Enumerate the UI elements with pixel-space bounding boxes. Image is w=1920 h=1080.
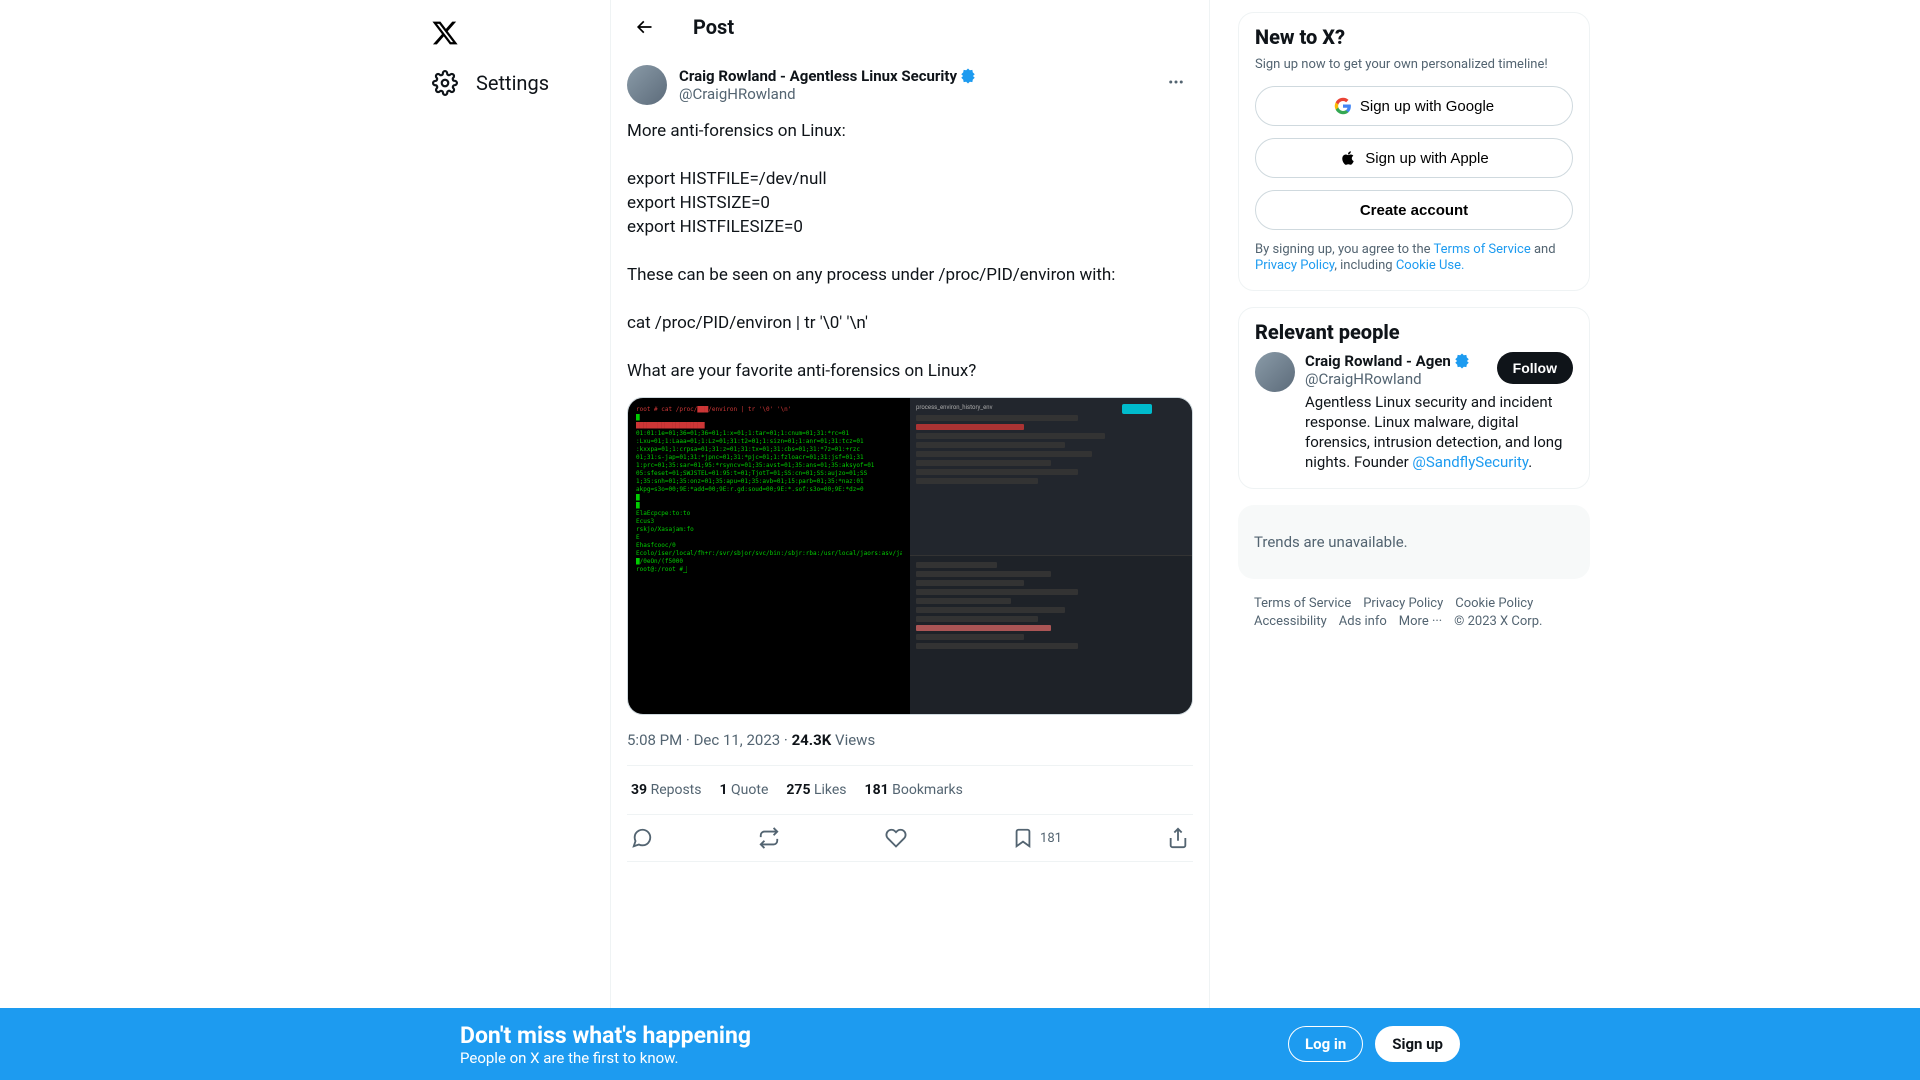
more-icon [1167, 73, 1185, 91]
reply-icon [631, 827, 653, 849]
signup-google-button[interactable]: Sign up with Google [1255, 86, 1573, 126]
footer-ads[interactable]: Ads info [1339, 613, 1387, 631]
verified-icon [959, 67, 977, 85]
nav-settings-label: Settings [476, 71, 549, 95]
banner-title: Don't miss what's happening [460, 1022, 751, 1049]
follow-button[interactable]: Follow [1497, 352, 1573, 384]
footer-links: Terms of Service Privacy Policy Cookie P… [1238, 595, 1590, 631]
likes-stat[interactable]: 275 Likes [786, 782, 846, 798]
x-logo-icon [431, 19, 459, 47]
google-icon [1334, 97, 1352, 115]
author-avatar[interactable] [627, 65, 667, 105]
banner-login-button[interactable]: Log in [1288, 1026, 1363, 1062]
privacy-link[interactable]: Privacy Policy [1255, 258, 1334, 273]
tos-link[interactable]: Terms of Service [1434, 242, 1531, 257]
footer-more[interactable]: More ··· [1399, 613, 1442, 631]
footer-accessibility[interactable]: Accessibility [1254, 613, 1327, 631]
footer-copyright: © 2023 X Corp. [1454, 613, 1542, 631]
reposts-stat[interactable]: 39 Reposts [631, 782, 702, 798]
nav-settings[interactable]: Settings [420, 58, 610, 108]
back-button[interactable] [627, 10, 661, 44]
person-name[interactable]: Craig Rowland - Agen [1305, 352, 1471, 370]
terminal-screenshot: root # cat /proc/███/environ | tr '\0' '… [628, 398, 910, 714]
banner-subtitle: People on X are the first to know. [460, 1049, 751, 1067]
verified-icon [1453, 352, 1471, 370]
repost-icon [758, 827, 780, 849]
heart-icon [885, 827, 907, 849]
page-title: Post [693, 15, 734, 39]
bookmark-button[interactable]: 181 [1012, 827, 1062, 849]
post-timestamp[interactable]: 5:08 PM · Dec 11, 2023 · 24.3K Views [627, 731, 1193, 749]
share-button[interactable] [1167, 827, 1189, 849]
relevant-title: Relevant people [1255, 320, 1573, 344]
person-avatar[interactable] [1255, 352, 1295, 392]
person-handle[interactable]: @CraigHRowland [1305, 370, 1471, 388]
author-name[interactable]: Craig Rowland - Agentless Linux Security [679, 67, 977, 85]
apple-icon [1339, 149, 1357, 167]
post-image[interactable]: root # cat /proc/███/environ | tr '\0' '… [627, 397, 1193, 715]
editor-screenshot: process_environ_history_env [910, 398, 1192, 714]
footer-tos[interactable]: Terms of Service [1254, 595, 1351, 613]
page-header: Post [611, 0, 1209, 53]
reply-button[interactable] [631, 827, 653, 849]
signup-card: New to X? Sign up now to get your own pe… [1238, 12, 1590, 291]
author-handle[interactable]: @CraigHRowland [679, 85, 977, 103]
footer-cookie[interactable]: Cookie Policy [1455, 595, 1533, 613]
signup-banner: Don't miss what's happening People on X … [0, 1008, 1920, 1080]
repost-button[interactable] [758, 827, 780, 849]
banner-signup-button[interactable]: Sign up [1375, 1026, 1460, 1062]
arrow-left-icon [634, 17, 654, 37]
like-button[interactable] [885, 827, 907, 849]
post-more-button[interactable] [1159, 65, 1193, 99]
post-body: More anti-forensics on Linux: export HIS… [627, 119, 1193, 383]
cookie-link[interactable]: Cookie Use. [1396, 258, 1465, 273]
quotes-stat[interactable]: 1 Quote [720, 782, 769, 798]
post-stats: 39 Reposts 1 Quote 275 Likes 181 Bookmar… [627, 766, 1193, 814]
person-bio: Agentless Linux security and incident re… [1305, 392, 1573, 472]
bookmark-icon [1012, 827, 1034, 849]
bio-mention-link[interactable]: @SandflySecurity [1412, 453, 1528, 471]
signup-subtitle: Sign up now to get your own personalized… [1255, 57, 1573, 72]
footer-privacy[interactable]: Privacy Policy [1363, 595, 1443, 613]
create-account-button[interactable]: Create account [1255, 190, 1573, 230]
signup-legal: By signing up, you agree to the Terms of… [1255, 242, 1573, 274]
relevant-people-card: Relevant people Craig Rowland - Agen @Cr… [1238, 307, 1590, 489]
signup-title: New to X? [1255, 25, 1573, 49]
share-icon [1167, 827, 1189, 849]
trends-card: Trends are unavailable. [1238, 505, 1590, 579]
signup-apple-button[interactable]: Sign up with Apple [1255, 138, 1573, 178]
bookmarks-stat[interactable]: 181 Bookmarks [865, 782, 963, 798]
gear-icon [432, 70, 458, 96]
x-logo[interactable] [420, 8, 470, 58]
